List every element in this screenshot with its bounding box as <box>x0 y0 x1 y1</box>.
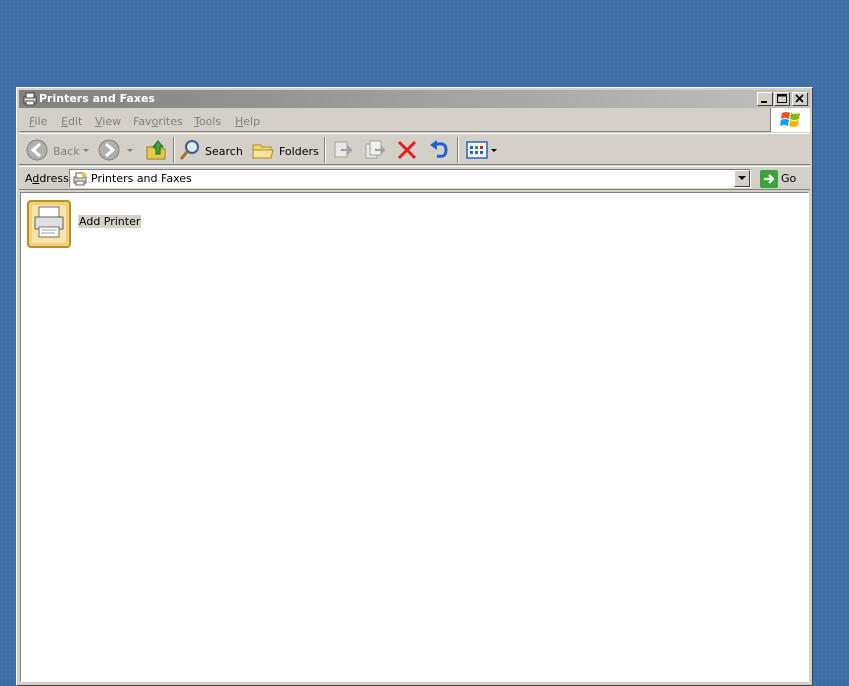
minimize-button[interactable] <box>757 92 773 106</box>
copy-to-button[interactable] <box>363 137 387 163</box>
address-bar: Address Printers and Faxes Go <box>19 166 810 190</box>
title-bar[interactable]: Printers and Faxes <box>19 90 810 108</box>
undo-button[interactable] <box>427 137 451 163</box>
forward-dropdown-icon <box>127 149 133 152</box>
folders-icon <box>252 144 274 159</box>
address-field[interactable]: Printers and Faxes <box>69 169 751 188</box>
menu-help-rest: elp <box>243 115 261 128</box>
menu-bar: File Edit View Favorites Tools Help <box>19 108 810 132</box>
go-label: Go <box>781 172 797 185</box>
menu-favorites-prefix: Fav <box>133 115 152 128</box>
views-button[interactable] <box>463 137 499 163</box>
close-button[interactable] <box>792 92 808 106</box>
printer-folder-icon <box>23 92 37 106</box>
printers-and-faxes-icon <box>73 172 87 186</box>
window-title: Printers and Faxes <box>39 92 155 105</box>
maximize-button[interactable] <box>774 92 790 106</box>
copy-to-icon <box>365 140 386 159</box>
menu-view[interactable]: View <box>95 115 121 128</box>
add-printer-label: Add Printer <box>78 215 142 228</box>
menu-file[interactable]: File <box>29 115 47 128</box>
move-to-button[interactable] <box>331 137 355 163</box>
address-label: Address <box>25 172 69 185</box>
back-label: Back <box>53 145 80 158</box>
toolbar-separator <box>457 137 459 163</box>
close-icon <box>795 94 804 103</box>
search-label: Search <box>205 145 243 158</box>
folders-label: Folders <box>279 145 319 158</box>
list-item-add-printer[interactable]: Add Printer <box>27 199 157 251</box>
go-button[interactable]: Go <box>757 169 807 189</box>
forward-button[interactable] <box>97 137 137 163</box>
delete-icon <box>397 140 417 160</box>
back-arrow-icon <box>26 139 48 161</box>
explorer-window: Printers and Faxes File Edit View Favori… <box>16 87 813 686</box>
go-arrow-icon <box>760 170 778 188</box>
address-value: Printers and Faxes <box>91 172 192 185</box>
chevron-down-icon <box>738 176 746 180</box>
folder-content-view[interactable]: Add Printer <box>20 192 809 682</box>
menu-tools-rest: ools <box>198 115 222 128</box>
menu-file-rest: ile <box>34 115 48 128</box>
folders-button[interactable]: Folders <box>249 137 319 163</box>
windows-flag-icon <box>780 112 800 127</box>
menu-edit[interactable]: Edit <box>61 115 82 128</box>
menu-favorites[interactable]: Favorites <box>133 115 183 128</box>
search-icon <box>179 140 199 160</box>
address-dropdown-button[interactable] <box>734 170 750 187</box>
delete-button[interactable] <box>395 137 419 163</box>
menu-tools[interactable]: Tools <box>194 115 221 128</box>
menu-favorites-rest: rites <box>158 115 183 128</box>
views-dropdown-icon <box>491 149 497 152</box>
maximize-icon <box>777 94 787 103</box>
menu-help[interactable]: Help <box>235 115 260 128</box>
move-to-icon <box>334 141 353 158</box>
back-dropdown-icon <box>83 149 89 152</box>
forward-arrow-icon <box>98 139 120 161</box>
toolbar-separator <box>324 137 326 163</box>
windows-logo <box>770 108 810 132</box>
add-printer-icon <box>27 200 71 248</box>
menu-edit-accel: E <box>61 115 68 128</box>
address-label-rest: dress <box>39 172 69 185</box>
toolbar-separator <box>173 137 175 163</box>
up-folder-button[interactable] <box>143 137 169 163</box>
undo-icon <box>430 140 448 158</box>
search-button[interactable]: Search <box>177 137 243 163</box>
back-button[interactable]: Back <box>23 137 89 163</box>
menu-edit-rest: dit <box>67 115 83 128</box>
menu-view-rest: iew <box>102 115 122 128</box>
views-icon <box>466 141 488 159</box>
minimize-icon <box>761 101 767 103</box>
up-folder-icon <box>146 140 166 160</box>
standard-toolbar: Back Search Folders <box>19 133 810 165</box>
